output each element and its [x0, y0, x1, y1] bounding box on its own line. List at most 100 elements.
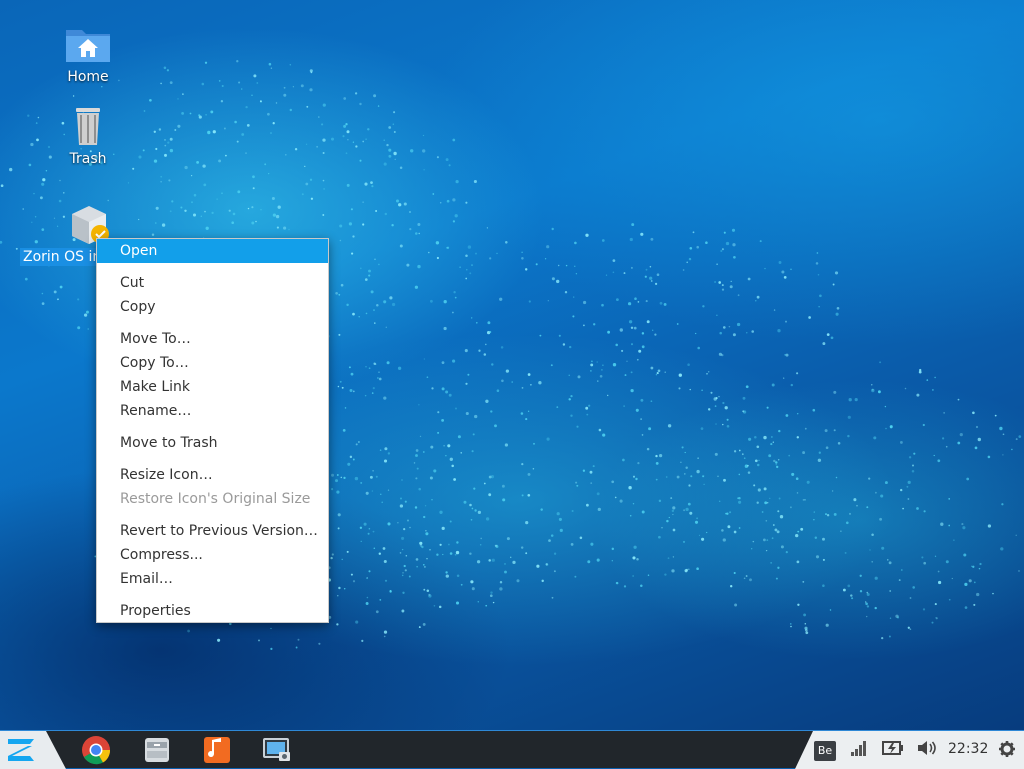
menu-item-email[interactable]: Email… — [97, 567, 328, 591]
particle-dot — [590, 542, 594, 546]
particle-dot — [592, 465, 595, 468]
menu-item-copy[interactable]: Copy — [97, 295, 328, 319]
settings-gear-icon[interactable] — [998, 740, 1016, 758]
particle-dot — [223, 127, 226, 130]
menu-item-resize-icon[interactable]: Resize Icon… — [97, 463, 328, 487]
particle-dot — [155, 147, 158, 151]
particle-dot — [355, 145, 358, 148]
particle-dot — [583, 324, 585, 327]
particle-dot — [426, 589, 430, 592]
particle-dot — [445, 158, 449, 162]
particle-dot — [833, 390, 837, 394]
particle-dot — [743, 457, 746, 460]
music-player-icon[interactable] — [201, 734, 233, 766]
menu-item-open[interactable]: Open — [97, 239, 328, 263]
particle-dot — [375, 610, 379, 614]
menu-item-copy-to[interactable]: Copy To… — [97, 351, 328, 375]
desktop-icon-home[interactable]: Home — [42, 22, 134, 86]
particle-dot — [364, 394, 367, 397]
particle-dot — [547, 300, 549, 302]
particle-dot — [945, 560, 949, 564]
network-signal-icon[interactable] — [850, 739, 868, 757]
particle-dot — [339, 380, 342, 383]
particle-dot — [847, 415, 851, 419]
zorin-menu-icon[interactable] — [4, 735, 38, 765]
particle-dot — [204, 61, 208, 64]
particle-dot — [987, 455, 991, 459]
particle-dot — [294, 148, 298, 151]
keyboard-layout-indicator[interactable]: Be — [814, 741, 836, 761]
particle-dot — [659, 301, 663, 305]
particle-dot — [454, 553, 457, 556]
particle-dot — [417, 264, 421, 269]
particle-dot — [252, 187, 255, 190]
menu-item-rename[interactable]: Rename… — [97, 399, 328, 423]
particle-dot — [654, 333, 657, 336]
particle-dot — [761, 511, 764, 513]
menu-item-make-link[interactable]: Make Link — [97, 375, 328, 399]
particle-dot — [803, 613, 807, 617]
menu-item-revert-version[interactable]: Revert to Previous Version… — [97, 519, 328, 543]
particle-dot — [544, 258, 547, 260]
menu-item-cut[interactable]: Cut — [97, 271, 328, 295]
particle-dot — [813, 511, 815, 513]
particle-dot — [359, 102, 362, 106]
particle-dot — [719, 331, 722, 335]
particle-dot — [966, 477, 970, 481]
menu-item-compress[interactable]: Compress... — [97, 543, 328, 567]
chrome-icon[interactable] — [80, 734, 112, 766]
particle-dot — [220, 100, 224, 103]
battery-icon[interactable] — [882, 739, 904, 757]
particle-dot — [445, 571, 448, 574]
particle-dot — [923, 561, 927, 565]
particle-dot — [198, 114, 201, 117]
particle-dot — [492, 601, 495, 604]
particle-dot — [423, 515, 426, 519]
particle-dot — [723, 478, 726, 482]
particle-dot — [729, 285, 733, 289]
file-manager-icon[interactable] — [141, 734, 173, 766]
menu-item-move-to-trash[interactable]: Move to Trash — [97, 431, 328, 455]
particle-dot — [822, 558, 825, 561]
particle-dot — [865, 601, 867, 603]
particle-dot — [672, 556, 675, 558]
particle-dot — [645, 300, 648, 303]
particle-dot — [795, 533, 799, 538]
volume-icon[interactable] — [916, 739, 938, 757]
particle-dot — [649, 265, 652, 268]
particle-dot — [381, 501, 383, 503]
particle-dot — [331, 137, 334, 141]
particle-dot — [767, 502, 769, 504]
particle-dot — [443, 326, 447, 331]
particle-dot — [437, 431, 440, 434]
particle-dot — [446, 199, 450, 203]
particle-dot — [948, 524, 951, 527]
desktop-icon-trash[interactable]: Trash — [42, 104, 134, 168]
menu-item-properties[interactable]: Properties — [97, 599, 328, 623]
particle-dot — [260, 209, 262, 211]
particle-dot — [912, 586, 915, 589]
particle-dot — [426, 557, 428, 560]
particle-dot — [521, 251, 523, 253]
particle-dot — [407, 519, 409, 522]
particle-dot — [180, 206, 183, 209]
particle-dot — [731, 228, 736, 232]
particle-dot — [459, 266, 461, 268]
particle-dot — [167, 141, 170, 144]
particle-dot — [590, 370, 592, 372]
particle-dot — [374, 258, 376, 260]
particle-dot — [676, 475, 680, 479]
particle-dot — [415, 477, 418, 480]
particle-dot — [826, 333, 830, 336]
particle-dot — [866, 605, 870, 608]
particle-dot — [818, 306, 820, 308]
particle-dot — [776, 530, 780, 534]
particle-dot — [596, 361, 598, 363]
particle-dot — [765, 520, 768, 522]
particle-dot — [598, 428, 602, 432]
clock[interactable]: 22:32 — [948, 741, 988, 757]
menu-item-move-to[interactable]: Move To… — [97, 327, 328, 351]
screenshot-icon[interactable] — [261, 734, 293, 766]
particle-dot — [574, 575, 577, 578]
particle-dot — [898, 579, 901, 582]
